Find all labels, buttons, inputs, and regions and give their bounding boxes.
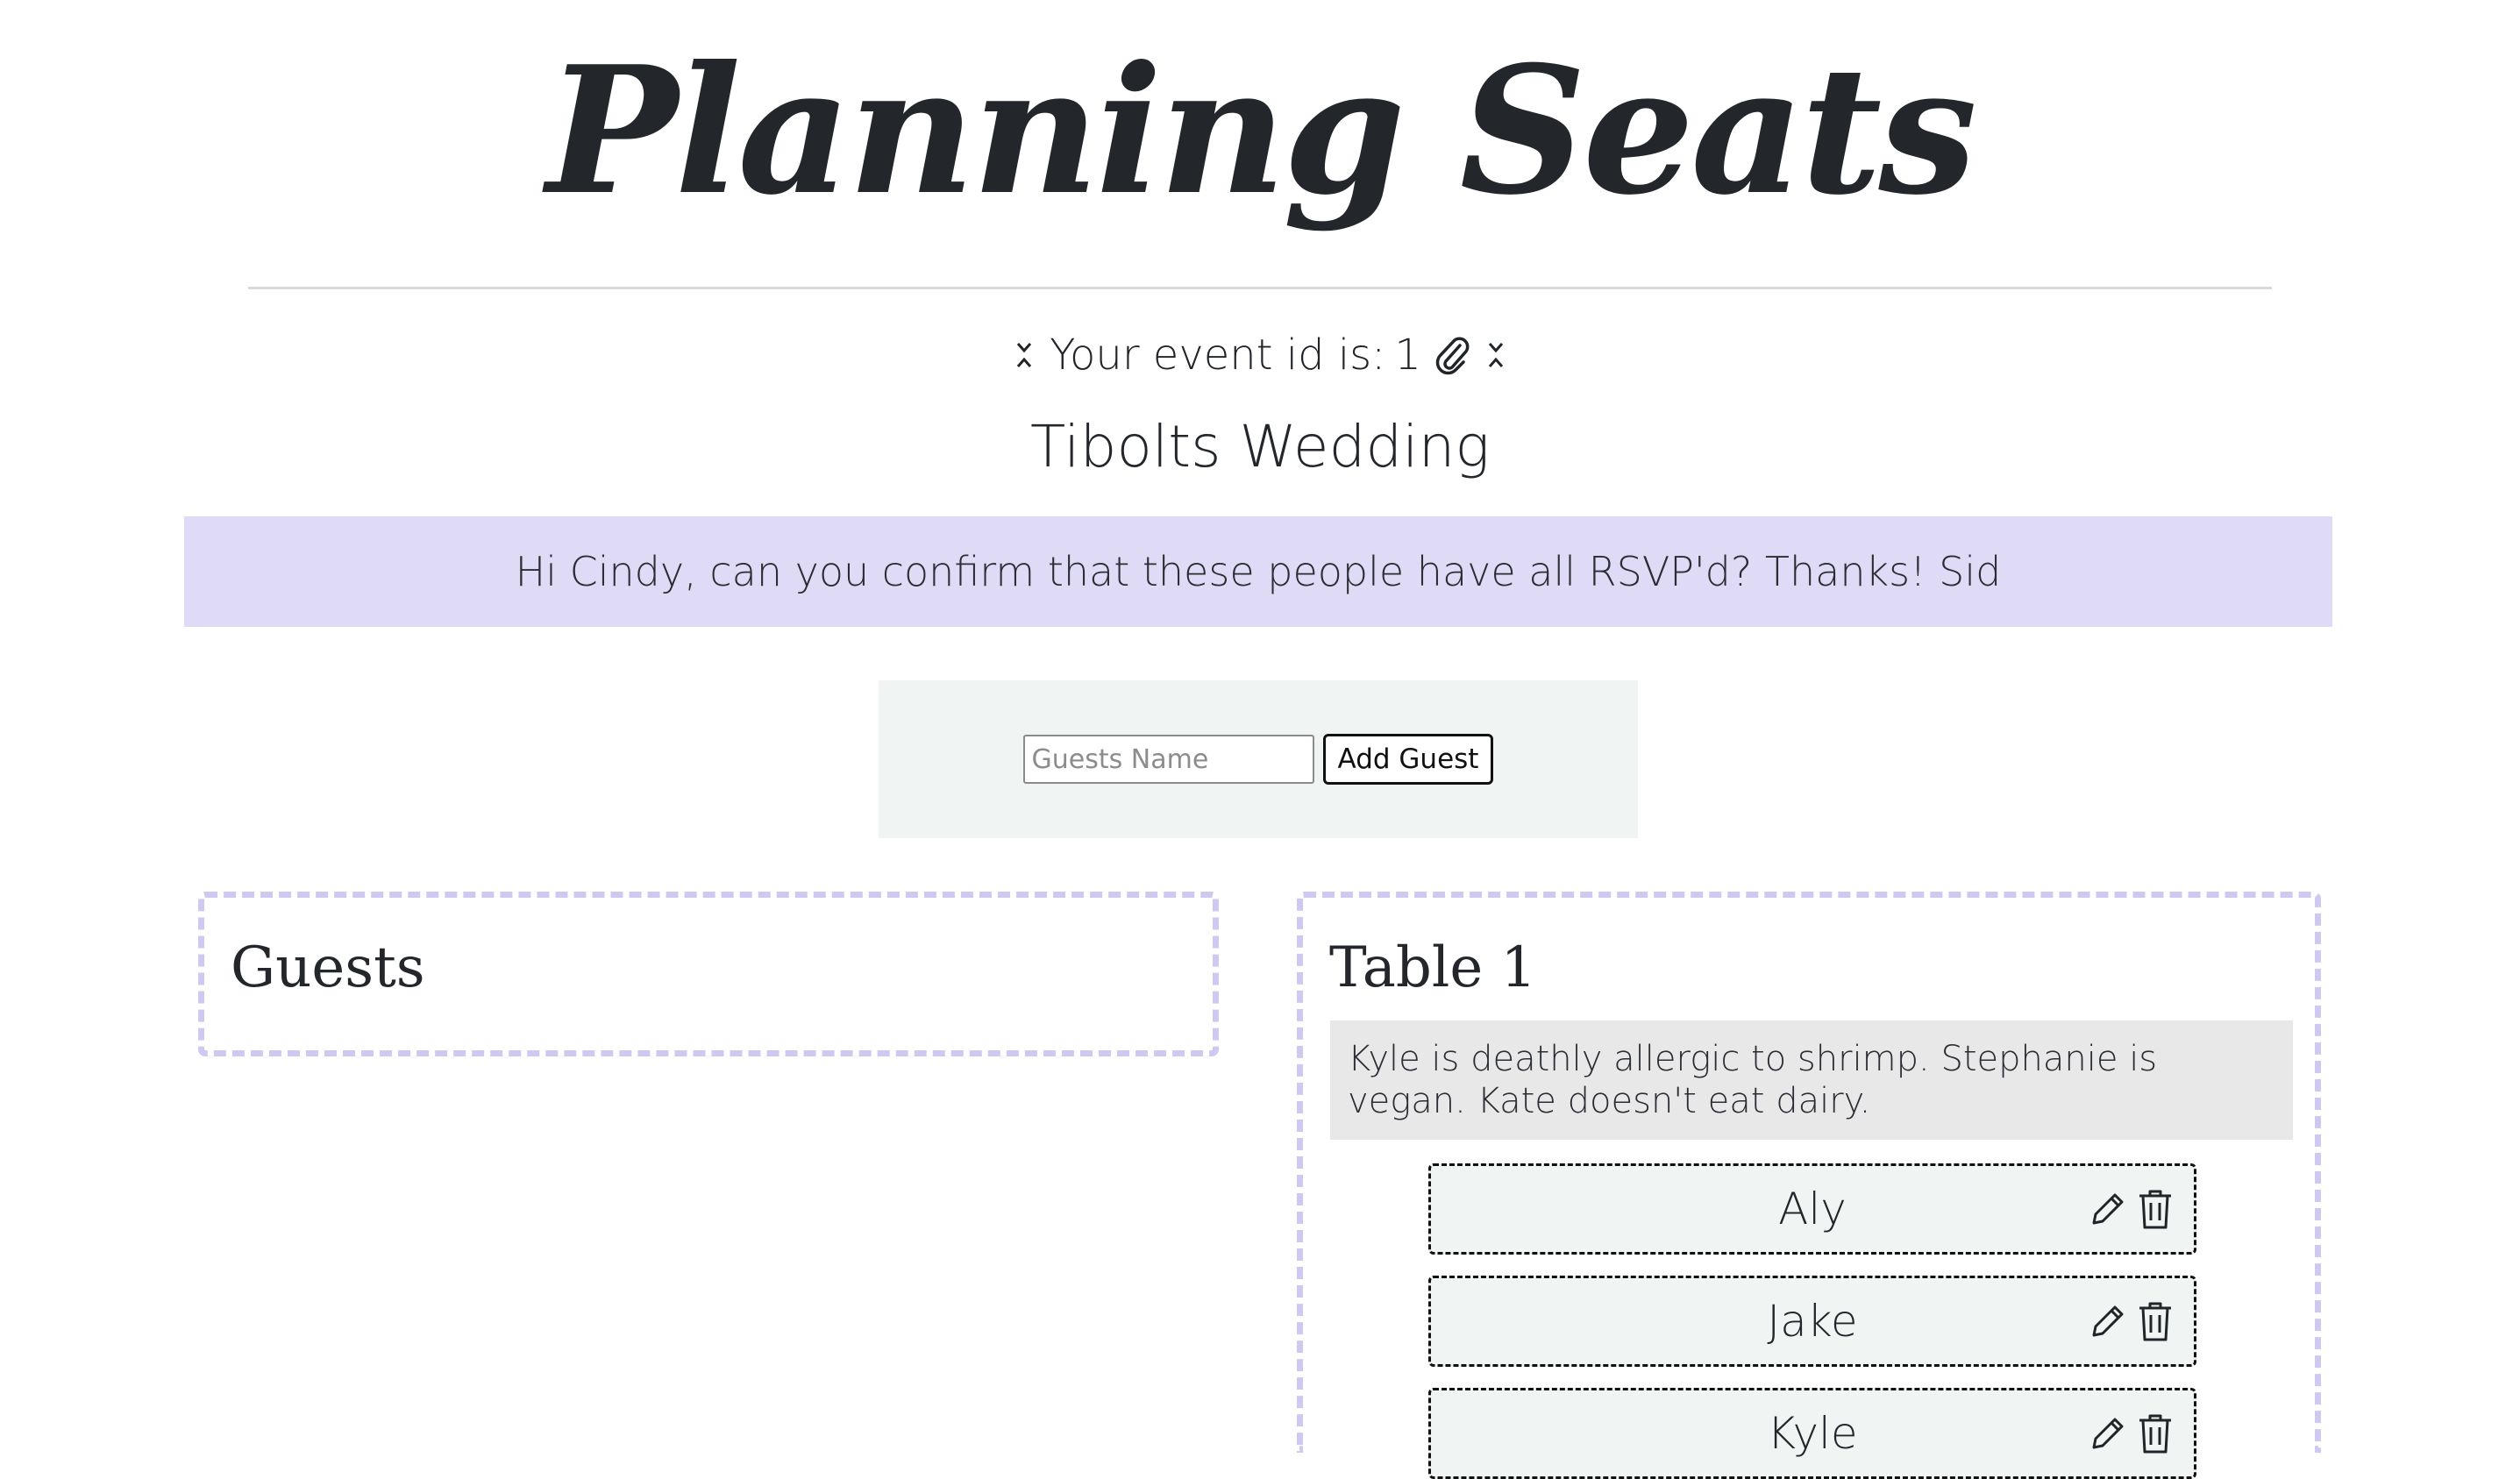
- seat-row[interactable]: Kyle: [1428, 1388, 2196, 1479]
- event-note-banner: Hi Cindy, can you confirm that these peo…: [184, 516, 2332, 627]
- chevrons-collapse-icon[interactable]: [1014, 340, 1034, 370]
- table-note: Kyle is deathly allergic to shrimp. Step…: [1330, 1020, 2293, 1140]
- title-divider: [248, 287, 2272, 289]
- event-name: Tibolts Wedding: [1029, 413, 1491, 480]
- table-heading: Table 1: [1329, 935, 1537, 1000]
- trash-icon[interactable]: [2136, 1187, 2175, 1231]
- event-note-text: Hi Cindy, can you confirm that these peo…: [515, 548, 2002, 595]
- pencil-icon[interactable]: [2087, 1188, 2129, 1230]
- guests-panel[interactable]: Guests: [198, 892, 1219, 1056]
- guest-name-input[interactable]: [1022, 735, 1314, 784]
- trash-icon[interactable]: [2136, 1299, 2175, 1343]
- seat-row[interactable]: Aly: [1428, 1163, 2196, 1255]
- seat-row[interactable]: Jake: [1428, 1276, 2196, 1367]
- pencil-icon[interactable]: [2087, 1300, 2129, 1342]
- app-title: Planning Seats: [546, 28, 1977, 234]
- paperclip-icon[interactable]: [1434, 335, 1470, 375]
- table-card[interactable]: Table 1 Kyle is deathly allergic to shri…: [1297, 892, 2321, 1479]
- trash-icon[interactable]: [2136, 1411, 2175, 1455]
- event-id-value: 1: [1394, 331, 1421, 380]
- seat-guest-name: Kyle: [1767, 1408, 1858, 1459]
- seat-actions: [2087, 1187, 2175, 1231]
- seat-guest-name: Jake: [1767, 1296, 1858, 1347]
- pencil-icon[interactable]: [2087, 1412, 2129, 1454]
- event-id-label: Your event id is:: [1050, 331, 1386, 380]
- guests-heading: Guests: [231, 935, 425, 1000]
- seat-actions: [2087, 1299, 2175, 1343]
- add-guest-button[interactable]: Add Guest: [1322, 734, 1494, 785]
- seat-guest-name: Aly: [1778, 1184, 1847, 1234]
- add-guest-form: Add Guest: [879, 680, 1638, 838]
- chevrons-collapse-icon[interactable]: [1486, 340, 1506, 370]
- event-id-row: Your event id is: 1: [0, 324, 2520, 386]
- seat-actions: [2087, 1411, 2175, 1455]
